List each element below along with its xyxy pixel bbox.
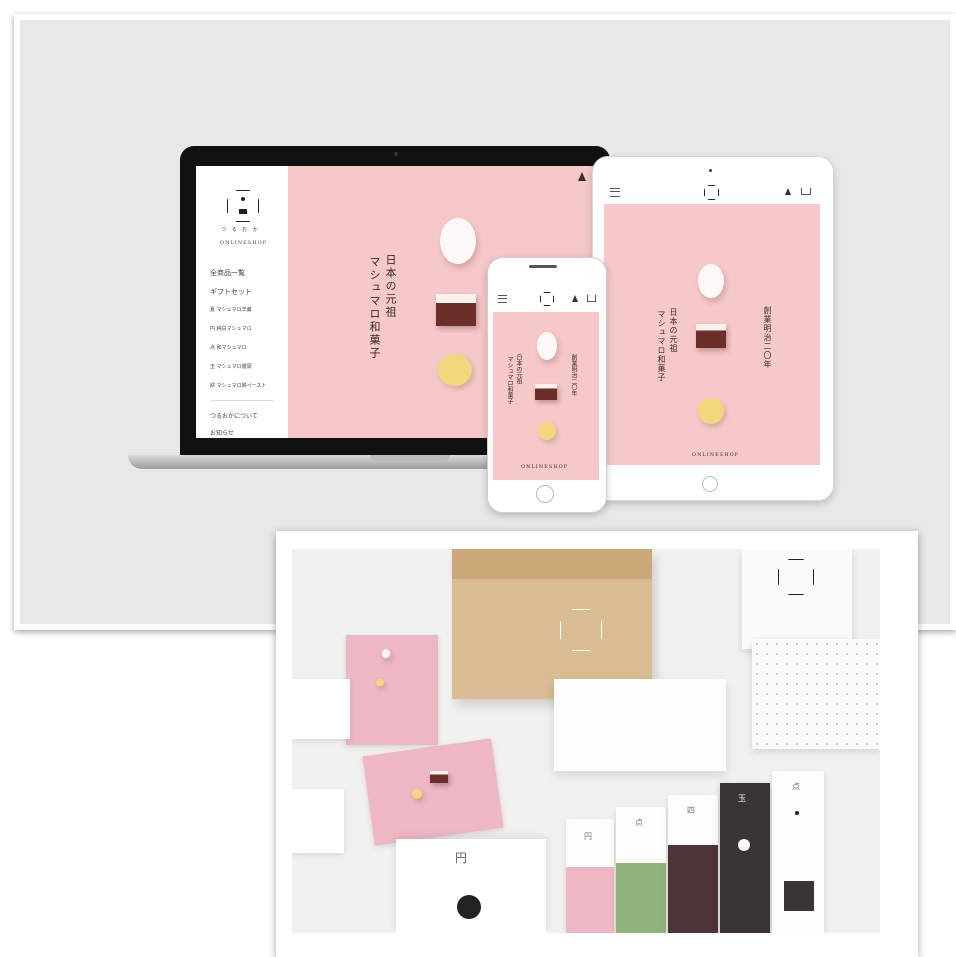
patterned-gift-box (752, 639, 880, 749)
yokan-image (436, 294, 476, 326)
nav-item-gift[interactable]: ギフトセット (210, 287, 252, 297)
cart-icon[interactable] (587, 295, 596, 302)
logo-caption: つ る お か (221, 227, 260, 233)
menu-icon[interactable] (498, 295, 507, 303)
menu-icon-line (498, 298, 507, 299)
sleeve-1-band (566, 867, 614, 933)
tablet-screen: マシュマロ和菓子 日本の元祖 創業明治二〇年 ONLINESHOP (604, 182, 820, 465)
logo-icon (227, 190, 259, 222)
onlineshop-footer[interactable]: ONLINESHOP (692, 452, 739, 458)
yokan-image (696, 324, 726, 348)
nav-item-5[interactable]: 餅 マシュマロ餅ペースト (210, 382, 266, 389)
hero-line2: マシュマロ和菓子 (368, 256, 381, 360)
pink-card-2 (362, 738, 504, 846)
onlineshop-footer[interactable]: ONLINESHOP (521, 464, 568, 470)
logo-bar (239, 209, 247, 214)
card-yokan (430, 771, 448, 783)
user-icon[interactable] (785, 188, 791, 195)
sleeve-3-band (668, 845, 718, 933)
sleeve-2-band (616, 863, 666, 933)
marshmallow-image (440, 218, 476, 264)
hero-line1: 日本の元祖 (515, 354, 522, 384)
nav-item-about[interactable]: つるおかについて (210, 411, 258, 420)
phone-home-button (536, 485, 554, 503)
phone-speaker (529, 265, 557, 268)
packaging-photo: 円 円 点 四 玉 点 (292, 549, 880, 933)
yokan-image (535, 384, 557, 400)
user-icon[interactable] (578, 172, 586, 181)
logo-dot (241, 197, 245, 201)
square-gift-box (396, 839, 546, 933)
nav-item-news[interactable]: お知らせ (210, 428, 234, 437)
nav-item-all[interactable]: 全商品一覧 (210, 268, 245, 278)
sidebar: つ る お か ONLINESHOP 全商品一覧 ギフトセット 夏 マシュマロ羊… (196, 166, 288, 438)
cardboard-box-flap (452, 549, 652, 579)
sleeve-5-label: 点 (792, 782, 800, 791)
sleeve-5-tag (784, 881, 814, 911)
phone-screen: マシュマロ和菓子 日本の元祖 創業明治二〇年 ONLINESHOP (493, 284, 599, 480)
tablet-home-button (702, 476, 718, 492)
tablet-camera (709, 169, 712, 172)
marshmallow-image (698, 264, 724, 298)
disc-sweet-image (698, 398, 724, 424)
hero-side: 創業明治二〇年 (763, 306, 772, 369)
hero-line1: 日本の元祖 (384, 254, 397, 319)
logo-icon[interactable] (704, 185, 719, 200)
pink-card-1 (346, 635, 438, 745)
laptop-notch (370, 455, 450, 461)
card-marshmallow (382, 649, 390, 658)
menu-icon-line (610, 191, 620, 192)
long-white-box (554, 679, 726, 771)
camera-dot (394, 152, 398, 156)
card-disc (376, 679, 384, 686)
onlineshop-label: ONLINESHOP (220, 240, 268, 246)
hero-side: 創業明治二〇年 (570, 354, 577, 396)
black-circle-mark (457, 895, 481, 919)
sleeve-4 (720, 783, 770, 933)
nav-item-2[interactable]: 円 純白マシュマロ (210, 325, 252, 332)
disc-sweet-image (538, 422, 556, 440)
sleeve-2-label: 点 (635, 818, 643, 827)
nav-item-3[interactable]: 点 和マシュマロ (210, 344, 247, 351)
hero-line2: マシュマロ和菓子 (506, 356, 513, 404)
sleeve-3-label: 四 (687, 806, 695, 815)
nav-divider (210, 400, 274, 401)
bag-logo-icon (778, 559, 814, 595)
user-icon[interactable] (572, 295, 578, 302)
sleeve-5-dot (795, 811, 799, 815)
box-label: 円 (455, 851, 468, 865)
nav-item-4[interactable]: 玉 マシュマロ饅頭 (210, 363, 252, 370)
hero-line2: マシュマロ和菓子 (657, 310, 666, 382)
disc-sweet-image (438, 354, 472, 386)
white-card-2 (292, 789, 344, 853)
card-disc-2 (412, 789, 422, 799)
cart-icon[interactable] (801, 188, 811, 195)
hero-line1: 日本の元祖 (669, 308, 678, 353)
marshmallow-image (537, 332, 557, 360)
nav-item-1[interactable]: 夏 マシュマロ羊羹 (210, 306, 252, 313)
sleeve-4-label: 玉 (738, 794, 746, 803)
sleeve-4-dot (738, 839, 750, 851)
sleeve-1-label: 円 (584, 832, 592, 841)
white-card-1 (292, 679, 350, 739)
menu-icon[interactable] (610, 188, 620, 197)
